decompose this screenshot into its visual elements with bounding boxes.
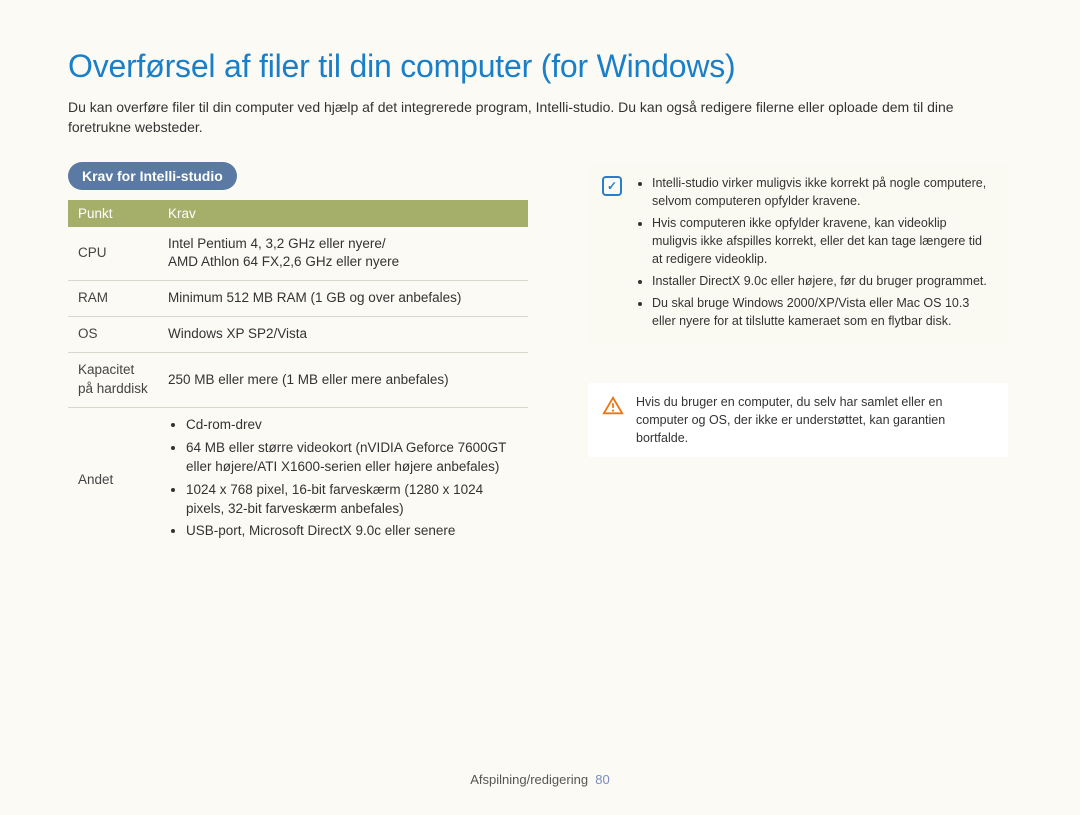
requirements-table: Punkt Krav CPU Intel Pentium 4, 3,2 GHz …	[68, 200, 528, 554]
cell-capacity-label: Kapacitet på harddisk	[68, 353, 158, 408]
footer-page-number: 80	[595, 772, 609, 787]
cell-cpu-label: CPU	[68, 227, 158, 281]
cell-ram-label: RAM	[68, 281, 158, 317]
right-column: ✓ Intelli-studio virker muligvis ikke ko…	[588, 162, 1008, 554]
cell-other-label: Andet	[68, 407, 158, 553]
info-icon: ✓	[602, 176, 624, 198]
table-row: RAM Minimum 512 MB RAM (1 GB og over anb…	[68, 281, 528, 317]
table-row: Kapacitet på harddisk 250 MB eller mere …	[68, 353, 528, 408]
cell-os-label: OS	[68, 317, 158, 353]
warning-icon	[602, 395, 624, 417]
list-item: 64 MB eller større videokort (nVIDIA Gef…	[186, 439, 518, 477]
cell-os-value: Windows XP SP2/Vista	[158, 317, 528, 353]
info-note-box: ✓ Intelli-studio virker muligvis ikke ko…	[588, 164, 1008, 345]
list-item: Hvis computeren ikke opfylder kravene, k…	[652, 214, 994, 268]
list-item: Cd-rom-drev	[186, 416, 518, 435]
table-header-col1: Punkt	[68, 200, 158, 227]
table-header-col2: Krav	[158, 200, 528, 227]
list-item: USB-port, Microsoft DirectX 9.0c eller s…	[186, 522, 518, 541]
table-row: Andet Cd-rom-drev 64 MB eller større vide…	[68, 407, 528, 553]
list-item: 1024 x 768 pixel, 16-bit farveskærm (128…	[186, 481, 518, 519]
list-item: Intelli-studio virker muligvis ikke korr…	[652, 174, 994, 210]
left-column: Krav for Intelli-studio Punkt Krav CPU I…	[68, 162, 528, 554]
list-item: Installer DirectX 9.0c eller højere, før…	[652, 272, 994, 290]
two-column-layout: Krav for Intelli-studio Punkt Krav CPU I…	[68, 162, 1012, 554]
intro-paragraph: Du kan overføre filer til din computer v…	[68, 97, 1012, 138]
cell-other-value: Cd-rom-drev 64 MB eller større videokort …	[158, 407, 528, 553]
table-row: CPU Intel Pentium 4, 3,2 GHz eller nyere…	[68, 227, 528, 281]
warning-text: Hvis du bruger en computer, du selv har …	[636, 393, 994, 447]
table-row: OS Windows XP SP2/Vista	[68, 317, 528, 353]
info-notes-list: Intelli-studio virker muligvis ikke korr…	[636, 174, 994, 335]
cell-ram-value: Minimum 512 MB RAM (1 GB og over anbefal…	[158, 281, 528, 317]
cell-cpu-value: Intel Pentium 4, 3,2 GHz eller nyere/ AM…	[158, 227, 528, 281]
cell-capacity-value: 250 MB eller mere (1 MB eller mere anbef…	[158, 353, 528, 408]
page-footer: Afspilning/redigering 80	[0, 772, 1080, 787]
page-title: Overførsel af filer til din computer (fo…	[68, 48, 1012, 85]
list-item: Du skal bruge Windows 2000/XP/Vista elle…	[652, 294, 994, 330]
warning-note-box: Hvis du bruger en computer, du selv har …	[588, 383, 1008, 457]
page-content: Overførsel af filer til din computer (fo…	[0, 0, 1080, 583]
section-badge: Krav for Intelli-studio	[68, 162, 237, 190]
footer-section: Afspilning/redigering	[470, 772, 588, 787]
